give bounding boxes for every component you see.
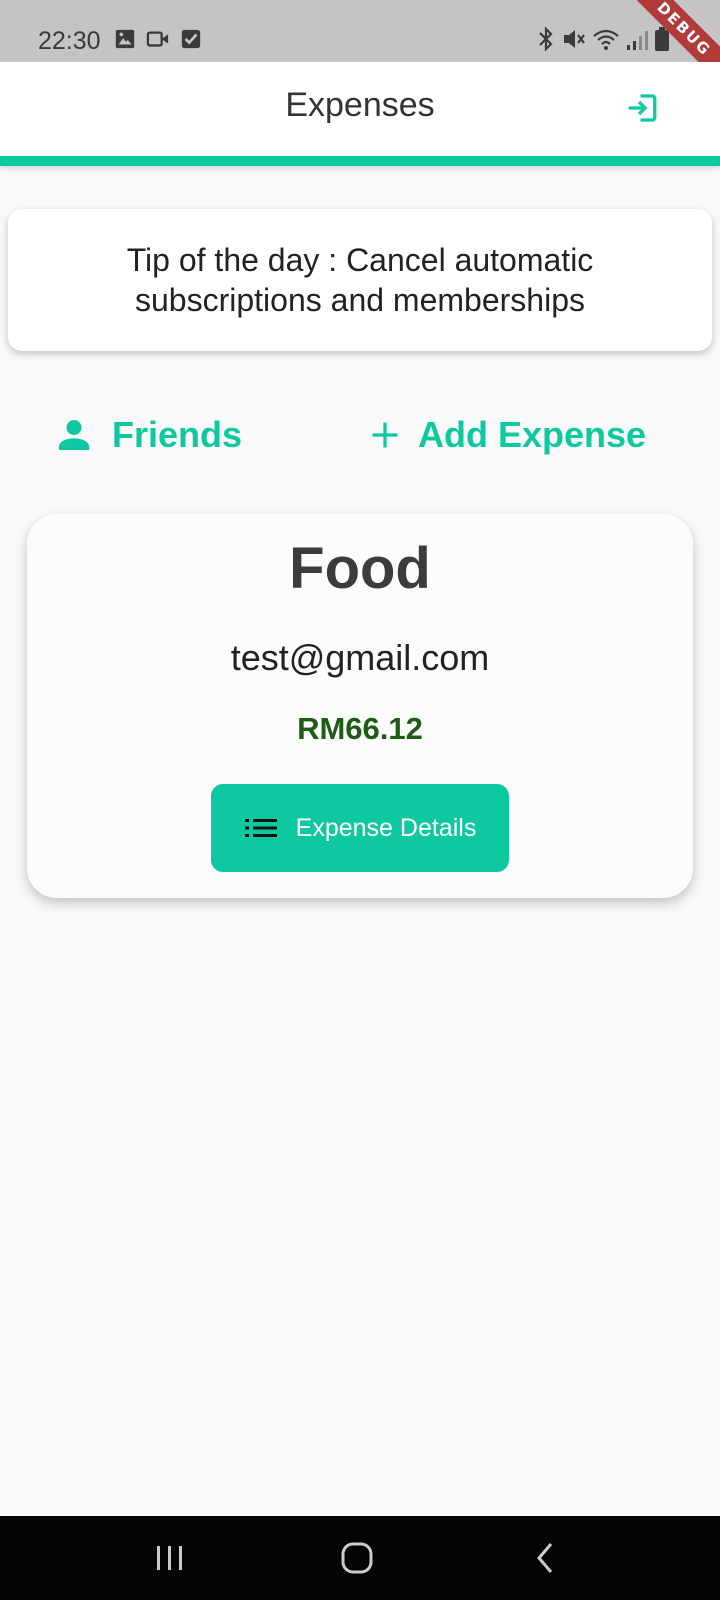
- back-button[interactable]: [515, 1536, 575, 1580]
- recents-icon: [157, 1546, 182, 1570]
- video-icon: [146, 31, 169, 47]
- home-button[interactable]: [327, 1536, 387, 1580]
- system-status-icons: [536, 26, 670, 52]
- checkbox-icon: [181, 29, 201, 49]
- status-bar: 22:30 DEBUG: [0, 0, 720, 62]
- system-navigation-bar: [0, 1516, 720, 1600]
- signal-icon: [627, 31, 648, 50]
- person-icon: [59, 420, 89, 450]
- add-expense-label: Add Expense: [418, 414, 647, 455]
- home-icon: [341, 1542, 373, 1574]
- bluetooth-icon: [539, 26, 553, 52]
- logout-icon: [628, 94, 657, 122]
- logout-button[interactable]: [624, 90, 660, 126]
- recents-button[interactable]: [140, 1536, 200, 1580]
- tip-of-the-day-text: Tip of the day : Cancel automatic subscr…: [126, 242, 594, 318]
- image-icon: [115, 29, 135, 49]
- friends-button[interactable]: Friends: [54, 410, 242, 460]
- mute-icon: [564, 30, 585, 48]
- list-icon: [244, 819, 277, 837]
- add-expense-button[interactable]: Add Expense: [370, 410, 646, 460]
- friends-label: Friends: [112, 414, 243, 455]
- expense-card: Food test@gmail.com RM66.12 Expense Deta…: [27, 514, 693, 898]
- wifi-icon: [593, 29, 619, 50]
- expense-details-button[interactable]: Expense Details: [211, 784, 509, 872]
- expense-email: test@gmail.com: [230, 637, 490, 678]
- status-time: 22:30: [38, 27, 101, 55]
- app-bar-accent-line: [0, 156, 720, 166]
- expense-category: Food: [289, 536, 431, 601]
- expense-details-label: Expense Details: [295, 813, 477, 842]
- tip-card: Tip of the day : Cancel automatic subscr…: [8, 209, 712, 351]
- page-title: Expenses: [285, 86, 435, 124]
- plus-icon: [372, 422, 398, 448]
- back-icon: [537, 1543, 553, 1573]
- expense-amount: RM66.12: [297, 711, 423, 746]
- notification-icons: [114, 28, 202, 50]
